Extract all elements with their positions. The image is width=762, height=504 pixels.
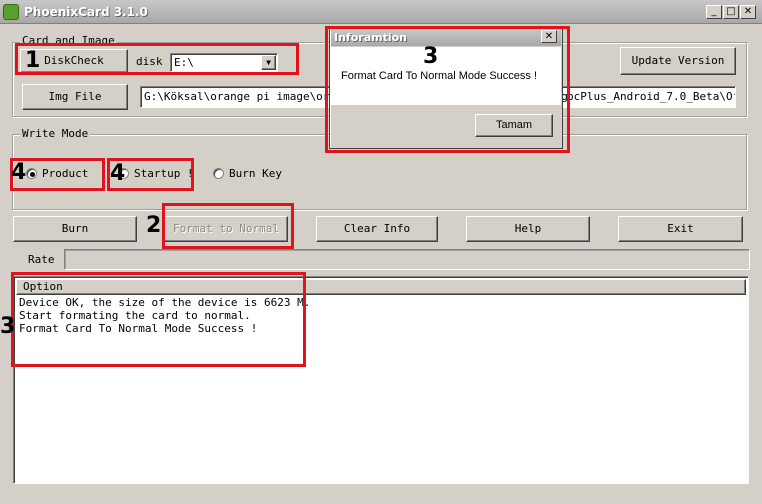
annotation-number-4-product: 4 [11, 160, 27, 185]
dialog-message: Format Card To Normal Mode Success ! [341, 70, 538, 82]
annotation-number-4-startup: 4 [110, 161, 126, 186]
radio-selected-dot [30, 172, 35, 177]
radio-product-circle[interactable] [26, 168, 37, 179]
radio-burn-key[interactable]: Burn Key [213, 167, 303, 181]
radio-burn-key-label: Burn Key [229, 167, 282, 180]
log-list[interactable]: Option Device OK, the size of the device… [13, 276, 749, 484]
dialog-title: Inforamtion [334, 31, 407, 44]
annotation-number-2: 2 [146, 213, 162, 238]
rate-label: Rate [28, 253, 55, 266]
chevron-down-icon[interactable]: ▼ [261, 55, 276, 70]
radio-startup-label: Startup ! [134, 167, 194, 180]
dialog-close-icon[interactable]: ✕ [541, 30, 557, 43]
window-title: PhoenixCard 3.1.0 [24, 5, 148, 19]
img-path-tail: pcPlus_Android_7.0_Beta\Oran [567, 89, 734, 105]
img-file-button[interactable]: Img File [22, 84, 128, 110]
log-line: Device OK, the size of the device is 662… [19, 296, 311, 309]
radio-product[interactable]: Product [26, 167, 106, 181]
radio-burn-key-circle[interactable] [213, 168, 224, 179]
card-group-legend: Card and Image [20, 34, 117, 47]
help-button[interactable]: Help [466, 216, 590, 242]
annotation-number-3-dialog: 3 [423, 44, 439, 69]
log-line: Format Card To Normal Mode Success ! [19, 322, 258, 335]
annotation-number-1: 1 [25, 48, 41, 73]
radio-product-label: Product [42, 167, 89, 180]
format-to-normal-button[interactable]: Format to Normal [164, 216, 288, 242]
radio-startup[interactable]: Startup ! [118, 167, 198, 181]
maximize-icon[interactable]: □ [723, 5, 739, 19]
exit-button[interactable]: Exit [618, 216, 743, 242]
close-icon[interactable]: ✕ [740, 5, 756, 19]
app-icon [3, 4, 19, 20]
disk-select-value: E:\ [174, 56, 194, 69]
information-dialog: Inforamtion ✕ Format Card To Normal Mode… [329, 27, 563, 149]
log-line: Start formating the card to normal. [19, 309, 251, 322]
disk-label: disk [136, 55, 163, 68]
clear-info-button[interactable]: Clear Info [316, 216, 438, 242]
log-lines: Device OK, the size of the device is 662… [19, 296, 310, 335]
minimize-icon[interactable]: _ [706, 5, 722, 19]
update-version-button[interactable]: Update Version [620, 47, 736, 75]
burn-button[interactable]: Burn [13, 216, 137, 242]
write-mode-legend: Write Mode [20, 127, 91, 140]
rate-progress-bar [64, 249, 750, 270]
annotation-number-3-log: 3 [0, 314, 16, 339]
log-column-header[interactable]: Option [16, 279, 746, 295]
dialog-ok-button[interactable]: Tamam [475, 114, 553, 137]
